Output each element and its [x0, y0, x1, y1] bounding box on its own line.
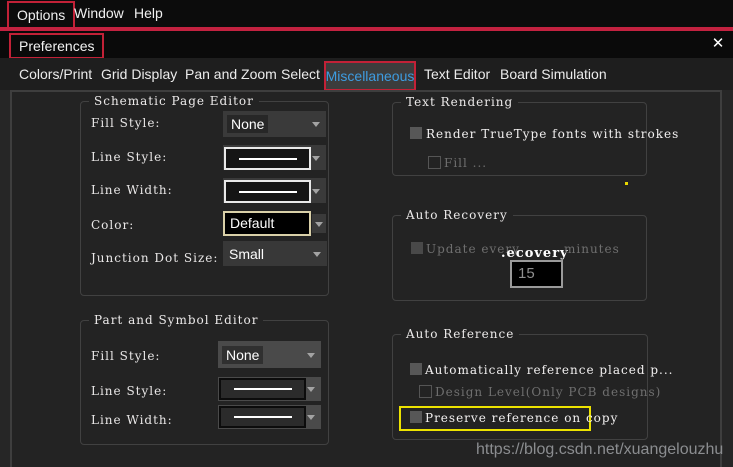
chevron-down-icon [312, 155, 320, 161]
render-truetype-checkbox[interactable] [410, 127, 422, 139]
fill-style-select[interactable]: None [223, 111, 326, 137]
group-title: Part and Symbol Editor [89, 313, 264, 327]
line-width-preview [224, 180, 311, 203]
tab-select[interactable]: Select [281, 66, 320, 82]
render-truetype-label: Render TrueType fonts with strokes [426, 127, 680, 141]
fill-style-value: None [222, 345, 264, 364]
auto-reference-checkbox[interactable] [410, 363, 422, 375]
chevron-down-icon [313, 251, 321, 257]
design-level-label: Design Level(Only PCB designs) [435, 385, 662, 399]
color-swatch-box: Default [223, 211, 311, 236]
line-width-label: Line Width: [91, 413, 173, 427]
chevron-down-icon [312, 188, 320, 194]
tab-grid-display[interactable]: Grid Display [101, 66, 177, 82]
group-title: Text Rendering [401, 95, 519, 109]
minutes-label: minutes [564, 242, 620, 256]
dialog-titlebar: Preferences ✕ [0, 31, 733, 59]
chevron-down-icon [312, 122, 320, 127]
group-title: Schematic Page Editor [89, 94, 259, 108]
yellow-artifact-dot [625, 182, 628, 185]
tab-pan-and-zoom[interactable]: Pan and Zoom [185, 66, 277, 82]
line-style-select[interactable] [223, 145, 326, 170]
color-value: Default [230, 215, 275, 231]
color-select[interactable]: Default [223, 211, 326, 236]
fill-style-label: Fill Style: [91, 116, 161, 130]
group-part-symbol-editor: Part and Symbol Editor Fill Style: None … [80, 313, 329, 445]
fill-style-label: Fill Style: [91, 349, 161, 363]
color-label: Color: [91, 218, 135, 232]
menu-item-options[interactable]: Options [7, 1, 76, 29]
fill-label: Fill ... [444, 156, 488, 170]
chevron-down-icon [307, 352, 315, 358]
minutes-input[interactable]: 15 [510, 260, 563, 288]
tab-text-editor[interactable]: Text Editor [424, 66, 490, 82]
line-style-label: Line Style: [91, 384, 168, 398]
line-width-select[interactable] [223, 178, 326, 203]
auto-reference-label: Automatically reference placed p... [425, 363, 674, 377]
junction-dot-size-label: Junction Dot Size: [91, 251, 219, 265]
line-width-label: Line Width: [91, 183, 173, 197]
line-style-label: Line Style: [91, 150, 168, 164]
preserve-reference-checkbox[interactable] [410, 411, 422, 423]
fill-style-select[interactable]: None [218, 341, 321, 368]
tab-colors-print[interactable]: Colors/Print [19, 66, 92, 82]
color-arrow-button[interactable] [312, 214, 326, 233]
junction-dot-size-value: Small [229, 245, 265, 262]
group-auto-recovery: Auto Recovery Update every .ecovery minu… [392, 208, 647, 301]
group-title: Auto Recovery [401, 208, 513, 222]
recovery-glitch-text: .ecovery [501, 246, 569, 261]
app-window: Options Window Help Preferences ✕ Colors… [0, 0, 733, 467]
preserve-reference-label: Preserve reference on copy [425, 411, 619, 425]
chevron-down-icon [315, 221, 323, 227]
tab-bar: Colors/Print Grid Display Pan and Zoom S… [0, 58, 733, 91]
watermark-url: https://blog.csdn.net/xuangelouzhu [476, 441, 724, 458]
menu-item-help[interactable]: Help [134, 5, 163, 21]
line-style-preview [219, 378, 306, 400]
fill-checkbox[interactable] [428, 156, 441, 169]
line-width-preview [219, 406, 306, 428]
chevron-down-icon [307, 415, 315, 420]
group-schematic-page-editor: Schematic Page Editor Fill Style: None L… [80, 94, 329, 296]
chevron-down-icon [307, 387, 315, 392]
tab-miscellaneous-selected[interactable]: Miscellaneous [324, 61, 416, 91]
group-text-rendering: Text Rendering Render TrueType fonts wit… [392, 95, 678, 176]
line-style-select[interactable] [218, 377, 321, 401]
update-every-checkbox[interactable] [411, 242, 423, 254]
menu-bar: Options Window Help [0, 0, 733, 29]
fill-style-value: None [227, 115, 269, 133]
line-style-preview [224, 147, 311, 170]
tab-board-simulation[interactable]: Board Simulation [500, 66, 607, 82]
group-title: Auto Reference [401, 327, 520, 341]
junction-dot-size-select[interactable]: Small [223, 241, 327, 266]
group-auto-reference: Auto Reference Automatically reference p… [392, 327, 672, 440]
close-icon[interactable]: ✕ [707, 34, 729, 54]
design-level-checkbox[interactable] [419, 385, 432, 398]
line-width-select[interactable] [218, 405, 321, 429]
menu-item-window[interactable]: Window [74, 5, 124, 21]
dialog-title: Preferences [9, 33, 105, 59]
